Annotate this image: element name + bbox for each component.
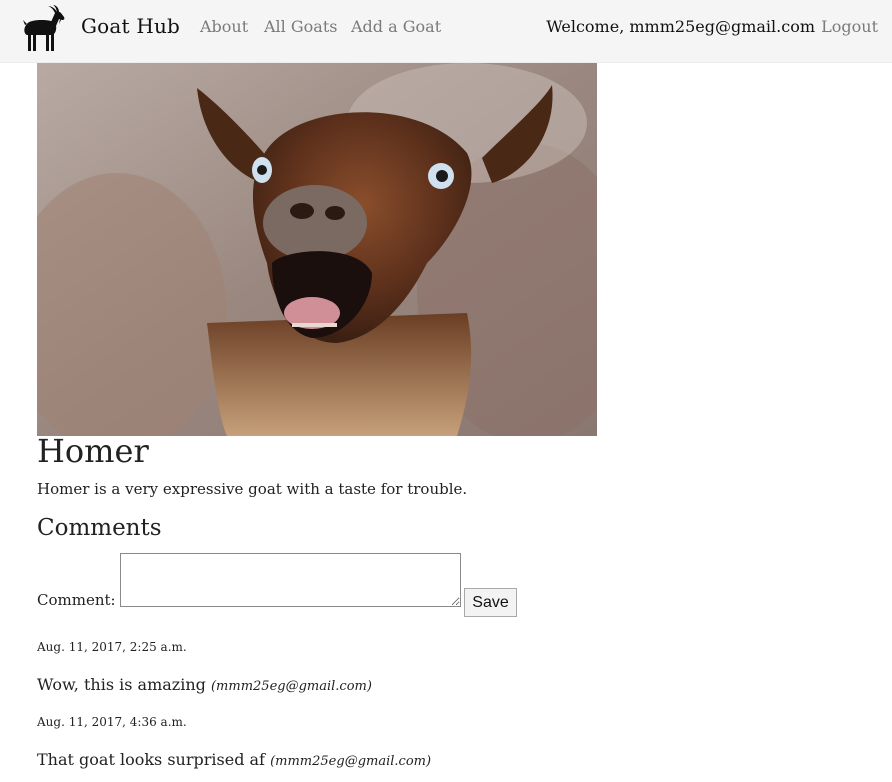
navbar: Goat Hub About All Goats Add a Goat Welc… <box>0 0 892 63</box>
comment-date: Aug. 11, 2017, 2:25 a.m. <box>37 640 187 654</box>
comment-body: Wow, this is amazing (mmm25eg@gmail.com) <box>37 675 372 694</box>
comment-text: Wow, this is amazing <box>37 675 206 694</box>
welcome-text: Welcome, mmm25eg@gmail.com <box>546 17 815 36</box>
nav-all-goats-link[interactable]: All Goats <box>264 17 337 36</box>
comments-heading: Comments <box>37 515 162 541</box>
comment-author: (mmm25eg@gmail.com) <box>270 754 432 769</box>
nav-add-goat-link[interactable]: Add a Goat <box>351 17 441 36</box>
nav-about-link[interactable]: About <box>200 17 248 36</box>
comment-input[interactable] <box>120 553 461 607</box>
brand-link[interactable]: Goat Hub <box>81 14 180 38</box>
comment-author: (mmm25eg@gmail.com) <box>210 679 372 694</box>
comment-body: That goat looks surprised af (mmm25eg@gm… <box>37 750 431 769</box>
comment-text: That goat looks surprised af <box>37 750 265 769</box>
goat-name: Homer <box>37 432 149 470</box>
save-button[interactable]: Save <box>464 588 517 617</box>
goat-description: Homer is a very expressive goat with a t… <box>37 480 468 498</box>
comment-form: Comment: Save <box>37 553 537 623</box>
comment-date: Aug. 11, 2017, 4:36 a.m. <box>37 715 187 729</box>
goat-photo <box>37 63 597 436</box>
logout-link[interactable]: Logout <box>821 17 878 36</box>
comment-label: Comment: <box>37 591 116 609</box>
goat-silhouette-icon[interactable] <box>13 4 67 54</box>
